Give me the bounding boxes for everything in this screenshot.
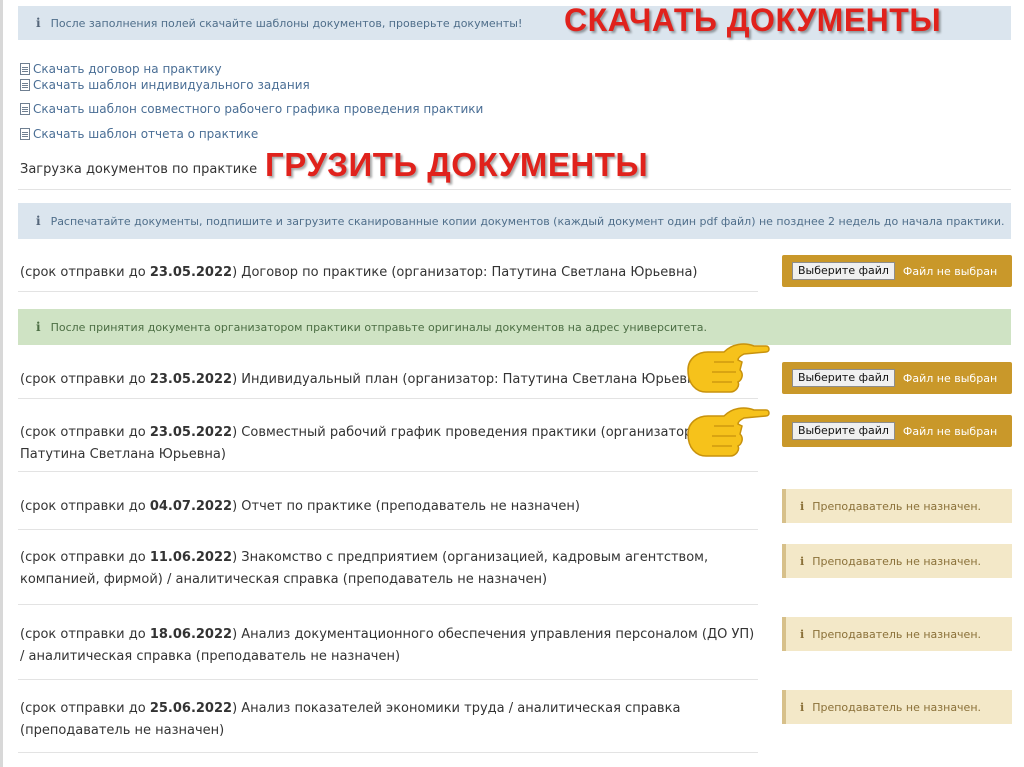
teacher-notice-enterprise: i Преподаватель не назначен. [782,544,1012,578]
row-deadline: 23.05.2022 [149,372,233,387]
info-icon: i [800,700,805,714]
pointing-hand-icon [687,407,770,457]
download-individual-task-label: Скачать шаблон индивидуального задания [33,78,310,92]
download-contract-label: Скачать договор на практику [33,62,222,76]
file-upload-schedule: Выберите файл Файл не выбран [782,415,1012,447]
teacher-notice-text: Преподаватель не назначен. [812,499,982,513]
download-report-link[interactable]: Скачать шаблон отчета о практике [20,127,258,141]
row-title: ) Договор по практике (организатор: Пату… [232,265,698,280]
originals-info-alert: i После принятия документа организатором… [18,309,1011,345]
divider [18,604,758,605]
choose-file-button[interactable]: Выберите файл [792,262,895,280]
info-icon: i [800,627,805,641]
divider [18,189,1011,190]
document-icon [20,103,30,115]
teacher-notice-document-management: i Преподаватель не назначен. [782,617,1012,651]
row-deadline: 23.05.2022 [149,425,233,440]
print-info-alert: i Распечатайте документы, подпишите и за… [18,203,1011,239]
doc-row-schedule: (срок отправки до 23.05.2022) Совместный… [20,422,700,466]
doc-row-document-management: (срок отправки до 18.06.2022) Анализ док… [20,624,760,668]
divider [18,529,758,530]
row-prefix: (срок отправки до [20,425,150,440]
info-icon: i [36,214,41,228]
row-prefix: (срок отправки до [20,701,150,716]
choose-file-button[interactable]: Выберите файл [792,422,895,440]
row-deadline: 23.05.2022 [149,265,233,280]
teacher-notice-report: i Преподаватель не назначен. [782,489,1012,523]
top-info-text: После заполнения полей скачайте шаблоны … [50,16,523,30]
row-title: ) Отчет по практике (преподаватель не на… [232,499,580,514]
row-deadline: 25.06.2022 [149,701,233,716]
file-status: Файл не выбран [902,264,998,278]
row-prefix: (срок отправки до [20,627,150,642]
divider [18,398,758,399]
print-info-text: Распечатайте документы, подпишите и загр… [50,214,1005,228]
originals-info-text: После принятия документа организатором п… [50,320,707,334]
row-deadline: 11.06.2022 [149,550,233,565]
info-icon: i [36,320,41,334]
document-icon [20,63,30,75]
download-contract-link[interactable]: Скачать договор на практику [20,62,222,76]
file-upload-contract: Выберите файл Файл не выбран [782,255,1012,287]
row-prefix: (срок отправки до [20,499,150,514]
teacher-notice-text: Преподаватель не назначен. [812,627,982,641]
document-icon [20,128,30,140]
divider [18,752,758,753]
file-status: Файл не выбран [902,424,998,438]
document-icon [20,79,30,91]
upload-overlay-title: ГРУЗИТЬ ДОКУМЕНТЫ [265,146,649,183]
doc-row-contract: (срок отправки до 23.05.2022) Договор по… [20,262,760,284]
info-icon: i [800,499,805,513]
info-icon: i [800,554,805,568]
info-icon: i [36,16,41,30]
row-deadline: 04.07.2022 [149,499,233,514]
pointing-hand-icon [687,343,770,393]
row-title: ) Индивидуальный план (организатор: Пату… [232,372,709,387]
file-status: Файл не выбран [902,371,998,385]
doc-row-report: (срок отправки до 04.07.2022) Отчет по п… [20,496,760,518]
doc-row-labor-economics: (срок отправки до 25.06.2022) Анализ пок… [20,698,720,742]
row-prefix: (срок отправки до [20,265,150,280]
choose-file-button[interactable]: Выберите файл [792,369,895,387]
divider [18,679,758,680]
download-schedule-link[interactable]: Скачать шаблон совместного рабочего граф… [20,102,483,116]
divider [18,291,758,292]
download-individual-task-link[interactable]: Скачать шаблон индивидуального задания [20,78,310,92]
doc-row-individual-plan: (срок отправки до 23.05.2022) Индивидуал… [20,369,760,391]
teacher-notice-text: Преподаватель не назначен. [812,554,982,568]
upload-section-title: Загрузка документов по практике [20,162,258,177]
download-report-label: Скачать шаблон отчета о практике [33,127,259,141]
teacher-notice-labor-economics: i Преподаватель не назначен. [782,690,1012,724]
row-deadline: 18.06.2022 [149,627,233,642]
teacher-notice-text: Преподаватель не назначен. [812,700,982,714]
row-prefix: (срок отправки до [20,372,150,387]
download-schedule-label: Скачать шаблон совместного рабочего граф… [33,102,484,116]
doc-row-enterprise: (срок отправки до 11.06.2022) Знакомство… [20,547,750,591]
file-upload-individual-plan: Выберите файл Файл не выбран [782,362,1012,394]
row-prefix: (срок отправки до [20,550,150,565]
download-overlay-title: СКАЧАТЬ ДОКУМЕНТЫ [564,2,942,38]
divider [18,471,758,472]
